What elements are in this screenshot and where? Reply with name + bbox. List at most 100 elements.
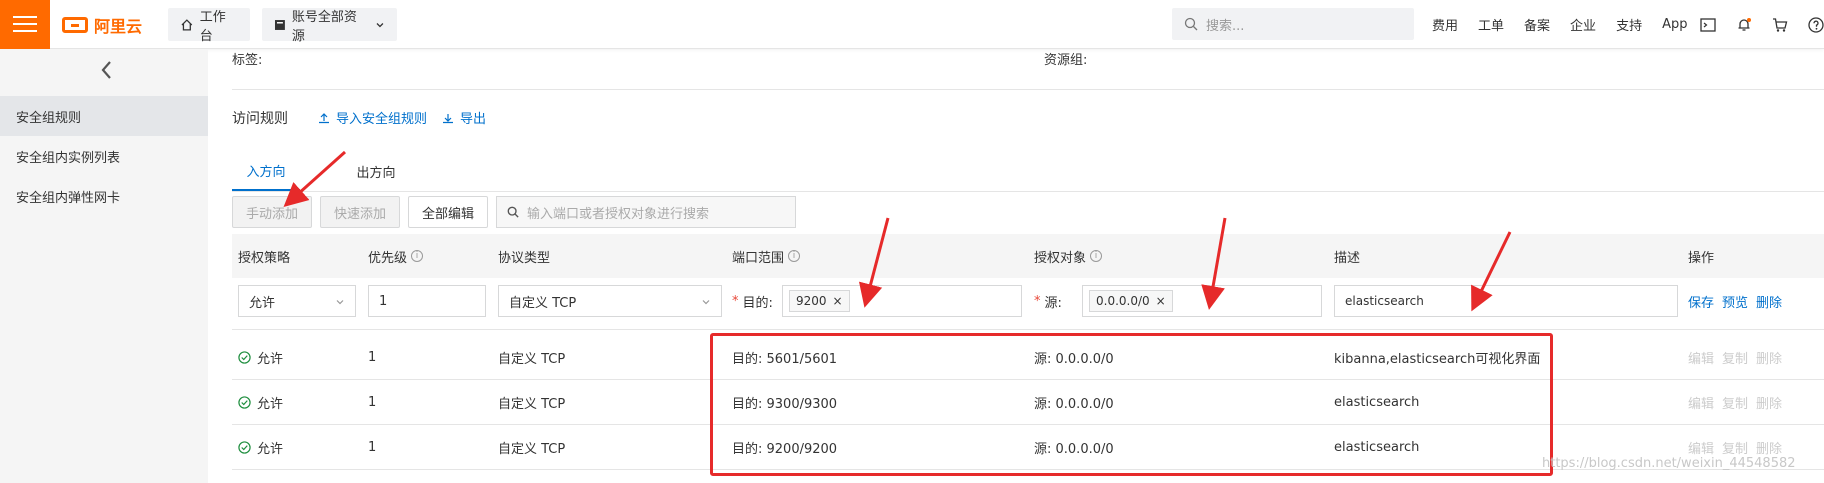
port-label: 目的: [742,295,773,311]
sidebar-item-security-group-rules[interactable]: 安全组规则 [0,96,208,136]
copy-label: 复制 [1722,442,1749,457]
export-link[interactable]: 导出 [442,108,486,127]
copy-button[interactable]: 复制 [1722,380,1748,425]
protocol-value: 自定义 TCP [509,295,577,311]
col-port: 端口范围 i [732,234,801,278]
tab-outbound[interactable]: 出方向 [342,151,410,191]
edit-all-label: 全部编辑 [421,206,474,222]
check-circle-icon [238,351,251,364]
edit-label: 编辑 [1688,352,1715,367]
account-resources-label: 账号全部资源 [291,9,357,44]
info-icon[interactable]: i [411,250,424,262]
edit-button[interactable]: 编辑 [1688,380,1714,425]
rules-table-header: 授权策略 优先级 i 协议类型 端口范围 i 授权对象 i 描述 操作 [232,234,1824,278]
resource-icon [274,19,285,30]
rules-search-input[interactable]: 输入端口或者授权对象进行搜索 [496,196,796,228]
import-rules-link[interactable]: 导入安全组规则 [318,108,427,127]
aliyun-logo-mark [62,17,88,33]
row-delete-label: 删除 [1756,397,1783,412]
logo-text: 阿里云 [94,17,143,36]
col-protocol: 协议类型 [498,234,550,278]
row-delete-label: 删除 [1756,442,1783,457]
menu-icon[interactable] [0,0,50,49]
row-delete-label: 删除 [1756,352,1783,367]
top-navigation-bar: 阿里云 工作台 账号全部资源 搜索... 费用 工单 备案 企业 支持 App [0,0,1824,49]
tab-inbound-label: 入方向 [246,164,286,180]
account-resources-button[interactable]: 账号全部资源 [262,8,397,44]
description-input[interactable]: elasticsearch [1334,285,1678,317]
save-label: 保存 [1688,295,1715,311]
global-search-input[interactable]: 搜索... [1172,8,1414,40]
col-policy-label: 授权策略 [238,250,291,266]
source-tag: 0.0.0.0/0 × [1089,290,1173,312]
sidebar-item-label: 安全组规则 [16,110,82,126]
top-link-icp[interactable]: 备案 [1524,15,1550,34]
row-delete-button[interactable]: 删除 [1756,380,1782,425]
save-button[interactable]: 保存 [1688,285,1714,317]
priority-input[interactable]: 1 [368,285,486,317]
col-source: 授权对象 i [1034,234,1103,278]
close-icon[interactable]: × [833,294,843,308]
port-range-input[interactable]: 9200 × [782,285,1022,317]
top-link-fees[interactable]: 费用 [1432,15,1458,34]
edit-label: 编辑 [1688,442,1715,457]
priority-cell: 1 [368,335,376,380]
preview-button[interactable]: 预览 [1722,285,1748,317]
policy-cell: 允许 [238,380,283,425]
back-chevron-icon[interactable] [100,59,114,85]
download-icon [443,113,453,123]
workbench-button[interactable]: 工作台 [168,8,250,44]
edit-all-button[interactable]: 全部编辑 [408,196,488,228]
policy-select[interactable]: 允许 [238,285,356,317]
home-icon [181,18,193,31]
top-link-support[interactable]: 支持 [1616,15,1642,34]
top-link-tickets[interactable]: 工单 [1478,15,1504,34]
priority-value: 1 [379,293,388,309]
col-protocol-label: 协议类型 [498,250,551,266]
col-priority-label: 优先级 [368,250,408,266]
aliyun-logo[interactable]: 阿里云 [62,14,142,36]
priority-text: 1 [368,350,377,365]
edit-button[interactable]: 编辑 [1688,335,1714,380]
chevron-down-icon [336,300,344,305]
protocol-text: 自定义 TCP [498,442,566,457]
policy-cell: 允许 [238,335,283,380]
cart-icon[interactable] [1762,17,1798,33]
chevron-down-icon [376,22,384,27]
manual-add-button[interactable]: 手动添加 [232,196,312,228]
info-icon[interactable]: i [788,250,801,262]
info-icon[interactable]: i [1090,250,1103,262]
protocol-cell: 自定义 TCP [498,380,565,425]
source-tag-value: 0.0.0.0/0 [1096,294,1150,308]
preview-label: 预览 [1722,295,1749,311]
help-icon[interactable] [1798,16,1824,33]
rule-edit-row: 允许 1 自定义 TCP * 目的: 9200 × * 源: 0.0.0.0/0 ×… [232,278,1824,330]
manual-add-label: 手动添加 [245,206,298,222]
delete-button[interactable]: 删除 [1756,285,1782,317]
source-input[interactable]: 0.0.0.0/0 × [1082,285,1322,317]
tab-inbound[interactable]: 入方向 [232,151,300,191]
chevron-down-icon [702,300,710,305]
port-tag-value: 9200 [796,294,827,308]
terminal-icon[interactable] [1690,17,1726,32]
sidebar-item-instances[interactable]: 安全组内实例列表 [0,136,208,176]
protocol-cell: 自定义 TCP [498,335,565,380]
row-delete-button[interactable]: 删除 [1756,335,1782,380]
protocol-text: 自定义 TCP [498,352,566,367]
copy-label: 复制 [1722,352,1749,367]
top-link-enterprise[interactable]: 企业 [1570,15,1596,34]
bell-icon[interactable] [1726,17,1762,33]
protocol-select[interactable]: 自定义 TCP [498,285,722,317]
source-label: 源: [1044,295,1062,311]
col-policy: 授权策略 [238,234,290,278]
col-source-label: 授权对象 [1034,250,1087,266]
sidebar-item-label: 安全组内弹性网卡 [16,190,121,206]
quick-add-button[interactable]: 快速添加 [320,196,400,228]
copy-button[interactable]: 复制 [1722,335,1748,380]
sidebar: 安全组规则 安全组内实例列表 安全组内弹性网卡 [0,49,208,483]
protocol-cell: 自定义 TCP [498,425,565,470]
upload-icon [319,112,329,123]
close-icon[interactable]: × [1156,294,1166,308]
top-link-app[interactable]: App [1662,17,1687,32]
sidebar-item-eni[interactable]: 安全组内弹性网卡 [0,176,208,216]
